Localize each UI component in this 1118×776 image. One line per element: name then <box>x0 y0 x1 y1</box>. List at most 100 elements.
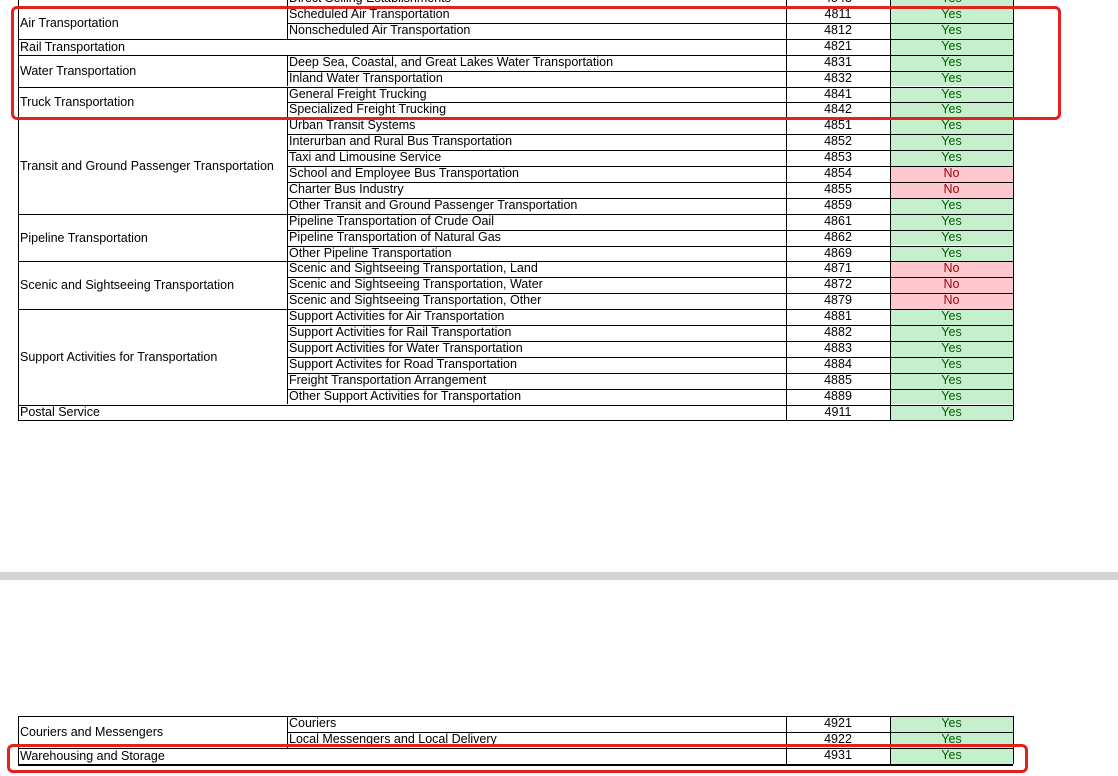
status-cell: Yes <box>890 38 1013 55</box>
status-cell: Yes <box>890 118 1013 135</box>
description-cell: Support Activites for Road Transportatio… <box>289 356 517 371</box>
row-line <box>287 277 1013 279</box>
status-cell: No <box>890 181 1013 198</box>
col-line-status <box>890 0 891 7</box>
description-cell: Other Transit and Ground Passenger Trans… <box>289 197 578 212</box>
code-cell: 4862 <box>824 229 852 244</box>
col-line-right <box>1013 716 1014 764</box>
row-line <box>287 340 1013 342</box>
row-line <box>287 245 1013 247</box>
page-2: Couriers and Messengers Couriers 4921 Yes Lo… <box>0 580 1118 776</box>
code-cell: 4889 <box>824 388 852 403</box>
group-line <box>18 54 1013 56</box>
category-cell: Support Activities for Transportation <box>20 349 218 364</box>
description-cell: Inland Water Transportation <box>289 70 443 85</box>
status-cell: Yes <box>890 388 1013 405</box>
col-line-desc <box>287 118 288 214</box>
code-cell: 4852 <box>824 134 852 149</box>
description-cell: Freight Transportation Arrangement <box>289 372 487 387</box>
row-line <box>287 731 1013 733</box>
group-line <box>18 309 1013 311</box>
row-line <box>287 70 1013 72</box>
col-line-desc <box>287 7 288 39</box>
status-cell: Yes <box>890 309 1013 325</box>
code-cell: 4882 <box>824 325 852 339</box>
code-cell: 4855 <box>824 181 852 196</box>
row-line <box>287 197 1013 199</box>
description-cell: Interurban and Rural Bus Transportation <box>289 134 513 149</box>
code-cell: 4869 <box>824 245 852 260</box>
description-cell: Taxi and Limousine Service <box>289 150 442 165</box>
status-cell: Yes <box>890 70 1013 87</box>
status-cell: Yes <box>890 325 1013 341</box>
col-line-left <box>18 0 19 7</box>
description-cell: Local Messengers and Local Delivery <box>289 731 497 746</box>
description-cell: School and Employee Bus Transportation <box>289 166 519 180</box>
status-cell: No <box>890 261 1013 278</box>
code-cell: 4853 <box>824 150 852 165</box>
status-cell: Yes <box>890 86 1013 103</box>
table-bottom-line <box>18 763 1013 766</box>
group-line <box>18 86 1013 88</box>
code-cell: 4921 <box>824 716 852 730</box>
status-cell: Yes <box>890 716 1013 732</box>
status-cell: No <box>890 293 1013 310</box>
description-cell: Other Support Activities for Transportat… <box>289 388 522 403</box>
description-cell: Scenic and Sightseeing Transportation, W… <box>289 277 543 292</box>
group-line <box>18 404 1013 406</box>
row-line <box>287 181 1013 183</box>
code-cell: 4854 <box>824 166 852 180</box>
code-cell: 4831 <box>824 54 852 69</box>
category-cell: Truck Transportation <box>20 95 135 110</box>
status-cell: Yes <box>890 213 1013 230</box>
row-line <box>287 293 1013 295</box>
status-cell: Yes <box>890 731 1013 748</box>
row-line <box>287 325 1013 326</box>
code-cell: 4543 <box>786 0 890 7</box>
col-line-desc <box>287 261 288 310</box>
category-cell: Postal Service <box>20 405 100 420</box>
category-cell: Scenic and Sightseeing Transportation <box>20 278 235 293</box>
col-line-desc <box>287 0 288 7</box>
category-cell: Couriers and Messengers <box>20 724 164 739</box>
col-line-desc <box>287 213 288 262</box>
col-line-code <box>786 7 787 421</box>
code-cell: 4931 <box>824 747 852 762</box>
row-line <box>287 388 1013 390</box>
col-line-left <box>18 7 19 421</box>
status-cell: Yes <box>890 197 1013 214</box>
col-line-desc <box>287 716 288 748</box>
status-cell: Yes <box>890 54 1013 71</box>
description-cell: Support Activities for Water Transportat… <box>289 340 523 355</box>
code-cell: 4883 <box>824 340 852 355</box>
group-line <box>18 118 1013 120</box>
code-cell: 4881 <box>824 309 852 324</box>
category-cell: Pipeline Transportation <box>20 230 148 245</box>
col-line-desc <box>287 86 288 119</box>
row-line <box>287 356 1013 358</box>
code-cell: 4872 <box>824 277 852 292</box>
group-line <box>18 716 1013 717</box>
table-bottom-line <box>18 420 1013 422</box>
status-cell: Yes <box>890 134 1013 151</box>
description-cell: Urban Transit Systems <box>289 118 416 133</box>
status-cell: Yes <box>890 229 1013 246</box>
status-cell: Yes <box>890 102 1013 119</box>
row-line <box>287 229 1013 231</box>
code-cell: 4841 <box>824 86 852 101</box>
code-cell: 4879 <box>824 293 852 308</box>
code-cell: 4812 <box>824 22 852 37</box>
category-cell: Warehousing and Storage <box>20 748 165 763</box>
description-cell: Deep Sea, Coastal, and Great Lakes Water… <box>289 54 614 69</box>
description-cell: Scheduled Air Transportation <box>289 7 450 21</box>
code-cell: 4861 <box>824 213 852 228</box>
code-cell: 4922 <box>824 731 852 746</box>
description-cell: Couriers <box>289 716 337 730</box>
description-cell: General Freight Trucking <box>289 86 427 101</box>
code-cell: 4859 <box>824 197 852 212</box>
description-cell: Direct Selling Establishments <box>289 0 784 7</box>
col-line-left <box>18 716 19 764</box>
row-line <box>287 150 1013 152</box>
col-line-desc <box>287 54 288 87</box>
group-line <box>18 7 1013 8</box>
